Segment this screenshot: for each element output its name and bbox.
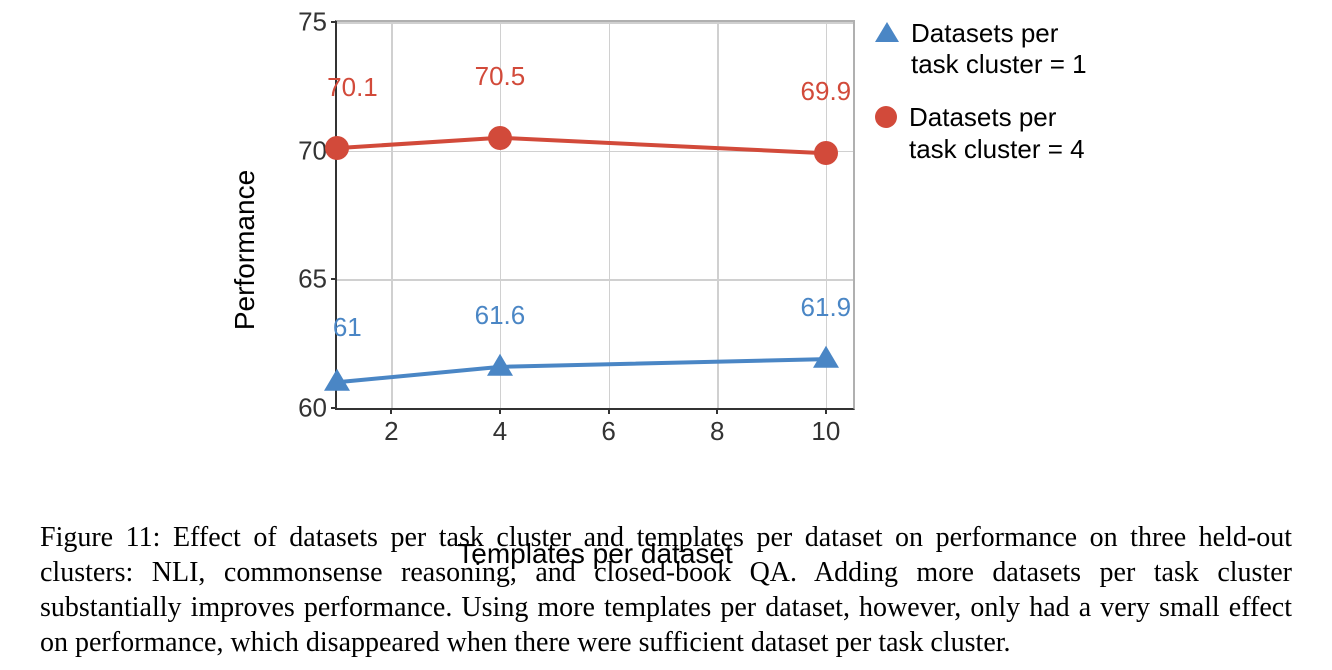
- figure-caption: Figure 11: Effect of datasets per task c…: [40, 520, 1292, 660]
- series-lines: [337, 22, 853, 408]
- tickmark: [825, 408, 827, 414]
- data-label: 70.1: [327, 72, 378, 103]
- data-point: [325, 136, 349, 160]
- x-tick-label: 4: [493, 416, 507, 447]
- y-tick-label: 60: [298, 393, 327, 424]
- legend-label: Datasets per task cluster = 1: [911, 18, 1105, 80]
- chart-zone: Performance 60 65 70 75 2 4: [255, 10, 1095, 490]
- y-tick-label: 75: [298, 7, 327, 38]
- data-label: 61.6: [475, 300, 526, 331]
- legend-entry: Datasets per task cluster = 4: [875, 102, 1105, 164]
- legend: Datasets per task cluster = 1 Datasets p…: [875, 18, 1105, 187]
- tickmark: [608, 408, 610, 414]
- legend-label: Datasets per task cluster = 4: [909, 102, 1105, 164]
- data-point: [814, 141, 838, 165]
- y-tick-label: 65: [298, 264, 327, 295]
- x-tick-label: 10: [811, 416, 840, 447]
- data-label: 61: [333, 312, 362, 343]
- data-label: 69.9: [801, 76, 852, 107]
- x-tick-label: 2: [384, 416, 398, 447]
- tickmark: [716, 408, 718, 414]
- data-point: [488, 126, 512, 150]
- circle-icon: [875, 106, 897, 128]
- data-point: [813, 346, 839, 368]
- plot-area: 60 65 70 75 2 4 6 8 10: [335, 20, 855, 410]
- data-point: [487, 354, 513, 376]
- tickmark: [390, 408, 392, 414]
- x-tick-label: 8: [710, 416, 724, 447]
- tickmark: [499, 408, 501, 414]
- x-tick-label: 6: [601, 416, 615, 447]
- data-label: 61.9: [801, 292, 852, 323]
- y-tick-label: 70: [298, 135, 327, 166]
- legend-entry: Datasets per task cluster = 1: [875, 18, 1105, 80]
- data-point: [324, 369, 350, 391]
- y-axis-label: Performance: [229, 170, 261, 330]
- data-label: 70.5: [475, 61, 526, 92]
- triangle-icon: [875, 22, 899, 42]
- figure-container: Performance 60 65 70 75 2 4: [0, 0, 1332, 670]
